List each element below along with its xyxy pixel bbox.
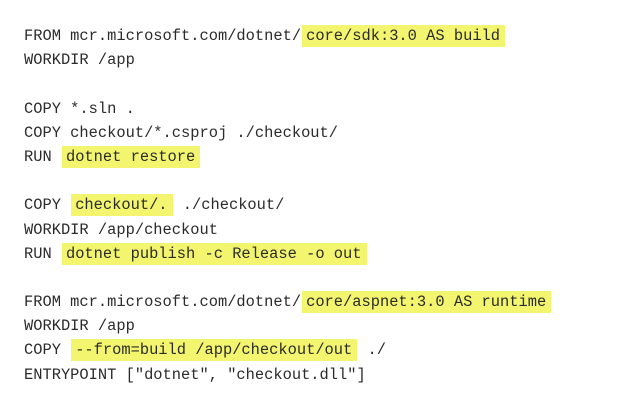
highlighted-text: core/sdk:3.0 AS build: [302, 25, 506, 47]
code-text: COPY: [24, 196, 71, 215]
code-text: FROM mcr.microsoft.com/dotnet/: [24, 293, 302, 312]
code-text: ENTRYPOINT ["dotnet", "checkout.dll"]: [24, 365, 366, 384]
code-text: COPY checkout/*.csproj ./checkout/: [24, 123, 339, 142]
highlighted-text: checkout/.: [71, 194, 173, 217]
dockerfile-code-block: FROM mcr.microsoft.com/dotnet/core/sdk:3…: [24, 24, 552, 387]
code-line: FROM mcr.microsoft.com/dotnet/core/sdk:3…: [24, 24, 552, 48]
code-line: COPY *.sln .: [24, 97, 552, 121]
code-text: COPY *.sln .: [24, 99, 135, 118]
code-text: ./: [358, 341, 386, 360]
code-line: WORKDIR /app: [24, 48, 552, 72]
code-text: RUN: [24, 147, 61, 166]
code-text: WORKDIR /app: [24, 317, 135, 336]
code-text: WORKDIR /app/checkout: [24, 220, 218, 239]
highlighted-text: dotnet restore: [61, 145, 201, 168]
code-line: COPY checkout/*.csproj ./checkout/: [24, 121, 552, 145]
code-line: WORKDIR /app: [24, 314, 552, 338]
highlighted-text: dotnet publish -c Release -o out: [61, 242, 367, 265]
code-text: WORKDIR /app: [24, 51, 135, 70]
highlighted-text: core/aspnet:3.0 AS runtime: [302, 291, 552, 314]
code-line: COPY checkout/. ./checkout/: [24, 193, 552, 217]
code-line: ENTRYPOINT ["dotnet", "checkout.dll"]: [24, 363, 552, 387]
highlighted-text: --from=build /app/checkout/out: [71, 339, 358, 362]
code-text: FROM mcr.microsoft.com/dotnet/: [24, 27, 302, 45]
code-text: COPY: [24, 341, 71, 360]
code-line: RUN dotnet restore: [24, 145, 552, 169]
code-text: ./checkout/: [173, 196, 285, 215]
code-line: COPY --from=build /app/checkout/out ./: [24, 338, 552, 362]
code-line: FROM mcr.microsoft.com/dotnet/core/aspne…: [24, 290, 552, 314]
code-line: WORKDIR /app/checkout: [24, 218, 552, 242]
code-text: RUN: [24, 244, 61, 263]
code-line: RUN dotnet publish -c Release -o out: [24, 242, 552, 266]
